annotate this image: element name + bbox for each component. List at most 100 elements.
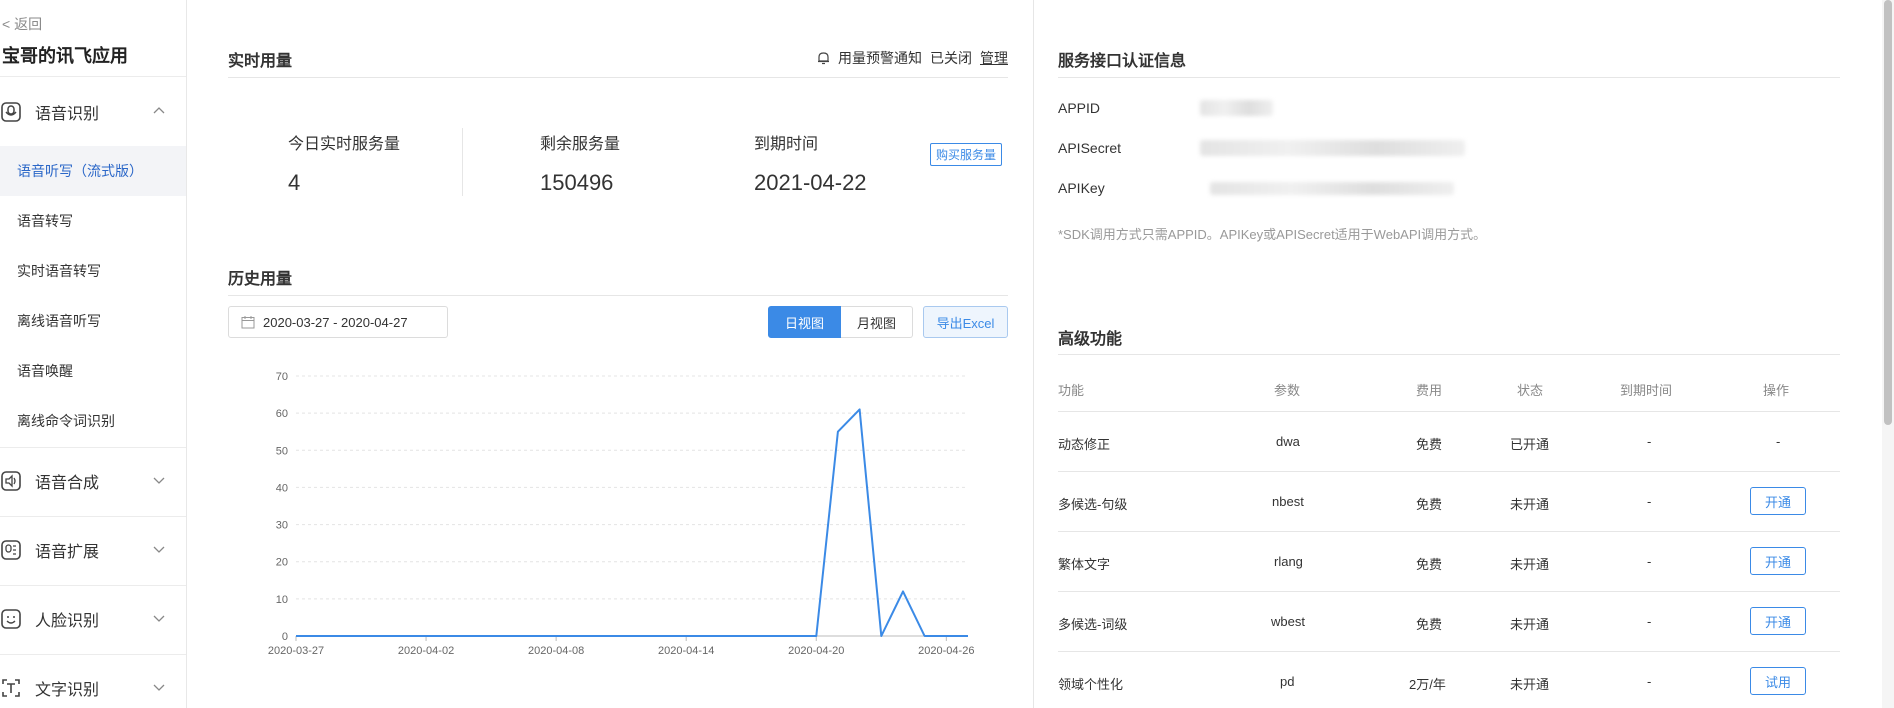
nav-group-speech-extension[interactable]: 语音扩展 [0, 528, 186, 572]
chevron-down-icon [153, 615, 165, 622]
usage-alert-bar: 用量预警通知 已关闭 管理 [817, 48, 1008, 68]
nav-group-speech-recognition[interactable]: 语音识别 [0, 90, 186, 134]
table-cell-fee: 免费 [1416, 437, 1443, 452]
sidebar-item-offline-command[interactable]: 离线命令词识别 [0, 396, 186, 446]
apisecret-label: APISecret [1058, 140, 1122, 156]
table-cell-feature: 动态修正 [1058, 437, 1111, 452]
day-view-button[interactable]: 日视图 [768, 306, 842, 338]
export-excel-button[interactable]: 导出Excel [923, 306, 1008, 338]
usage-line-chart: 0 10 20 30 40 50 60 70 2020-03-27 2020-04-02 2020-… [268, 371, 975, 657]
date-range-picker[interactable]: 2020-03-27 - 2020-04-27 [228, 306, 448, 338]
table-cell-status: 已开通 [1510, 437, 1550, 452]
sidebar-item-offline-dictation[interactable]: 离线语音听写 [0, 296, 186, 346]
table-cell-expiry: - [1647, 554, 1652, 569]
table-cell-status: 未开通 [1510, 497, 1550, 512]
table-cell-fee: 免费 [1416, 557, 1443, 572]
chevron-down-icon [153, 546, 165, 553]
table-cell-action: - [1776, 434, 1781, 449]
y-tick-label: 30 [276, 520, 288, 532]
x-tick-label: 2020-04-14 [658, 645, 714, 657]
divider [1058, 77, 1840, 78]
enable-button[interactable]: 开通 [1750, 547, 1806, 575]
divider [1058, 471, 1840, 472]
app-title: 宝哥的讯飞应用 [2, 46, 128, 66]
table-cell-status: 未开通 [1510, 557, 1550, 572]
nav-group-label: 人脸识别 [35, 613, 100, 630]
divider [1033, 0, 1034, 708]
speech-extension-icon [0, 539, 22, 561]
stat-label-today: 今日实时服务量 [288, 136, 401, 153]
x-tick-label: 2020-04-26 [918, 645, 974, 657]
table-cell-expiry: - [1647, 494, 1652, 509]
table-header-fee: 费用 [1416, 383, 1443, 398]
table-cell-expiry: - [1647, 674, 1652, 689]
divider [1058, 651, 1840, 652]
chevron-up-icon [153, 107, 165, 114]
divider [1058, 531, 1840, 532]
enable-button[interactable]: 开通 [1750, 607, 1806, 635]
sidebar-item-transcription[interactable]: 语音转写 [0, 196, 186, 246]
table-cell-param: nbest [1272, 494, 1304, 509]
appid-value-redacted [1200, 100, 1273, 116]
nav-group-face-recognition[interactable]: 人脸识别 [0, 597, 186, 641]
x-tick-label: 2020-03-27 [268, 645, 324, 657]
divider [1058, 411, 1840, 412]
table-cell-expiry: - [1647, 434, 1652, 449]
sidebar-item-realtime-transcription[interactable]: 实时语音转写 [0, 246, 186, 296]
divider [228, 77, 1008, 78]
nav-group-label: 语音合成 [35, 475, 100, 492]
y-tick-label: 60 [276, 408, 288, 420]
table-header-status: 状态 [1517, 383, 1544, 398]
table-cell-fee: 2万/年 [1409, 677, 1446, 692]
table-header-expiry: 到期时间 [1620, 383, 1673, 398]
stat-label-expiry: 到期时间 [754, 136, 819, 153]
table-cell-fee: 免费 [1416, 497, 1443, 512]
advanced-features-title: 高级功能 [1058, 331, 1123, 348]
manage-link[interactable]: 管理 [980, 48, 1008, 68]
auth-info-title: 服务接口认证信息 [1058, 53, 1187, 70]
speech-recognition-icon [0, 101, 22, 123]
table-cell-feature: 繁体文字 [1058, 557, 1111, 572]
realtime-usage-title: 实时用量 [228, 53, 293, 70]
stat-value-today: 4 [288, 170, 301, 195]
buy-service-button[interactable]: 购买服务量 [930, 143, 1003, 166]
table-cell-feature: 多候选-词级 [1058, 617, 1128, 632]
history-usage-title: 历史用量 [228, 271, 293, 288]
y-tick-label: 50 [276, 445, 288, 457]
table-cell-param: rlang [1274, 554, 1303, 569]
divider [228, 295, 1008, 296]
trial-button[interactable]: 试用 [1750, 667, 1806, 695]
view-toggle: 日视图 月视图 [768, 306, 914, 338]
usage-alert-label: 用量预警通知 [838, 50, 922, 66]
y-tick-label: 20 [276, 557, 288, 569]
series-line [296, 408, 968, 637]
stat-label-remaining: 剩余服务量 [540, 136, 621, 153]
appid-label: APPID [1058, 100, 1101, 116]
nav-group-text-recognition[interactable]: 文字识别 [0, 666, 186, 708]
sidebar-item-streaming-dictation[interactable]: 语音听写（流式版） [0, 146, 186, 196]
month-view-button[interactable]: 月视图 [841, 306, 914, 338]
divider [1058, 354, 1840, 355]
chevron-down-icon [153, 684, 165, 691]
y-tick-label: 70 [276, 371, 288, 383]
scrollbar-thumb[interactable] [1884, 0, 1892, 425]
divider [0, 516, 186, 517]
chevron-down-icon [153, 477, 165, 484]
y-tick-label: 0 [282, 631, 288, 643]
stat-value-expiry: 2021-04-22 [754, 170, 867, 195]
enable-button[interactable]: 开通 [1750, 487, 1806, 515]
divider [0, 585, 186, 586]
x-tick-label: 2020-04-02 [398, 645, 454, 657]
calendar-icon [241, 316, 255, 329]
nav-group-label: 语音识别 [35, 106, 100, 123]
nav-group-speech-synthesis[interactable]: 语音合成 [0, 459, 186, 503]
table-cell-feature: 领域个性化 [1058, 677, 1124, 692]
table-header-feature: 功能 [1058, 383, 1085, 398]
sidebar-item-wakeup[interactable]: 语音唤醒 [0, 346, 186, 396]
page-scrollbar[interactable] [1882, 0, 1894, 708]
divider [0, 447, 186, 448]
apisecret-value-redacted [1200, 140, 1465, 156]
back-link[interactable]: < 返回 [2, 14, 42, 34]
date-range-value: 2020-03-27 - 2020-04-27 [263, 314, 408, 330]
table-header-param: 参数 [1274, 383, 1301, 398]
